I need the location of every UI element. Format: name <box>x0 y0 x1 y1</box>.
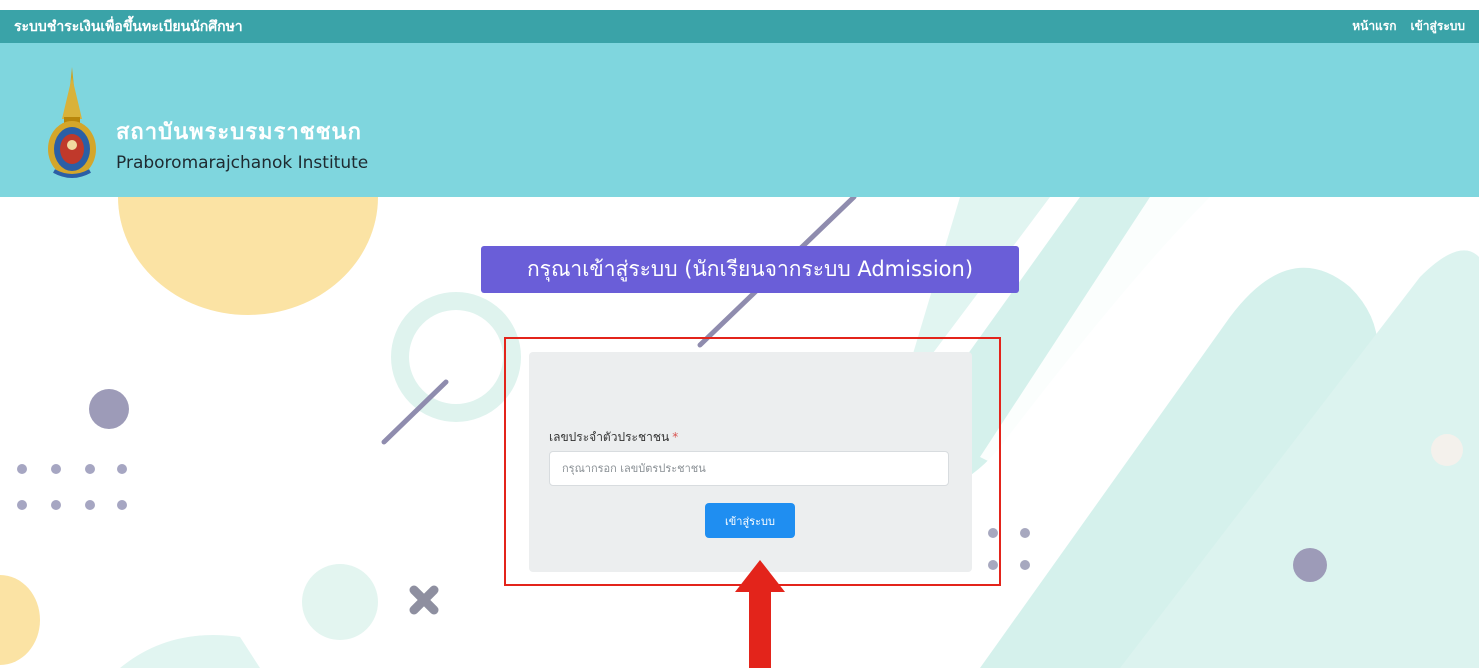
login-heading: กรุณาเข้าสู่ระบบ (นักเรียนจากระบบ Admiss… <box>481 246 1019 293</box>
nav-login-link[interactable]: เข้าสู่ระบบ <box>1411 17 1466 36</box>
top-nav: หน้าแรก เข้าสู่ระบบ <box>1352 17 1465 36</box>
top-strip <box>0 0 1479 10</box>
header-banner: สถาบันพระบรมราชชนก Praboromarajchanok In… <box>0 43 1479 197</box>
org-name-english: Praboromarajchanok Institute <box>116 153 369 173</box>
institute-emblem-icon <box>48 67 96 178</box>
nav-home-link[interactable]: หน้าแรก <box>1352 17 1396 36</box>
annotation-highlight-box <box>504 337 1001 586</box>
org-name-thai: สถาบันพระบรมราชชนก <box>116 120 362 145</box>
app-title: ระบบชำระเงินเพื่อขึ้นทะเบียนนักศึกษา <box>14 18 243 35</box>
top-navbar: ระบบชำระเงินเพื่อขึ้นทะเบียนนักศึกษา หน้… <box>0 10 1479 43</box>
annotation-arrow-icon <box>735 560 785 668</box>
